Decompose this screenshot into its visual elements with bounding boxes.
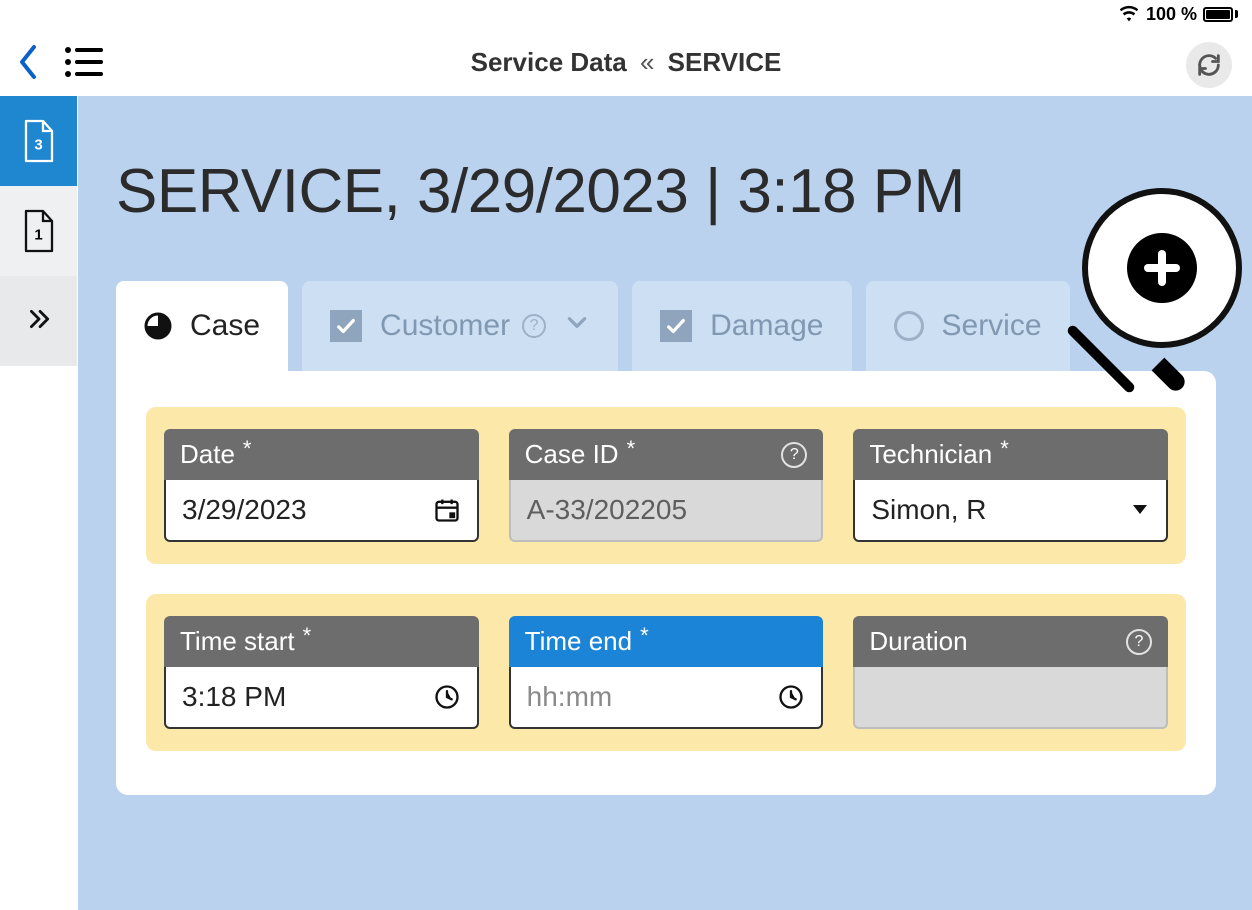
doc-badge: 1	[34, 226, 42, 243]
document-icon: 1	[22, 209, 56, 253]
page-title: SERVICE, 3/29/2023 | 3:18 PM	[116, 156, 1216, 227]
chevron-down-icon	[1130, 494, 1150, 526]
field-label: Technician*	[853, 429, 1168, 480]
help-icon: ?	[522, 314, 546, 338]
field-technician: Technician* Simon, R	[853, 429, 1168, 542]
tab-label: Case	[190, 309, 260, 343]
breadcrumb-part-2: SERVICE	[668, 47, 782, 77]
form-row-1: Date* 3/29/2023 Case ID* ?	[146, 407, 1186, 564]
field-duration: Duration ?	[853, 616, 1168, 729]
sidebar-doc-secondary[interactable]: 1	[0, 186, 77, 276]
chevron-down-icon	[564, 309, 590, 343]
battery-percent-text: 100 %	[1146, 4, 1197, 25]
zoom-in-overlay-icon	[1066, 188, 1242, 364]
form-panel: Date* 3/29/2023 Case ID* ?	[116, 371, 1216, 795]
technician-select[interactable]: Simon, R	[853, 480, 1168, 542]
tab-label: Customer	[380, 309, 510, 343]
tab-case[interactable]: Case	[116, 281, 288, 371]
checkbox-checked-icon	[660, 310, 692, 342]
field-time-end: Time end* hh:mm	[509, 616, 824, 729]
checkbox-checked-icon	[330, 310, 362, 342]
field-label: Duration ?	[853, 616, 1168, 667]
time-start-input[interactable]: 3:18 PM	[164, 667, 479, 729]
field-case-id: Case ID* ? A-33/202205	[509, 429, 824, 542]
time-end-input[interactable]: hh:mm	[509, 667, 824, 729]
field-label: Time end*	[509, 616, 824, 667]
app-bar: Service Data « SERVICE	[0, 28, 1252, 96]
clock-icon	[777, 683, 805, 711]
breadcrumb: Service Data « SERVICE	[471, 47, 782, 78]
back-button[interactable]	[16, 43, 40, 81]
doc-badge: 3	[34, 136, 42, 153]
tab-service[interactable]: Service	[866, 281, 1070, 371]
sidebar-expand-button[interactable]	[0, 276, 77, 366]
field-date: Date* 3/29/2023	[164, 429, 479, 542]
status-bar: 100 %	[0, 0, 1252, 28]
help-icon[interactable]: ?	[781, 442, 807, 468]
tab-label: Service	[942, 309, 1042, 343]
sidebar-doc-active[interactable]: 3	[0, 96, 77, 186]
field-label: Date*	[164, 429, 479, 480]
refresh-button[interactable]	[1186, 42, 1232, 88]
main-content: SERVICE, 3/29/2023 | 3:18 PM Case	[78, 96, 1252, 910]
radio-empty-icon	[894, 311, 924, 341]
form-row-2: Time start* 3:18 PM Time end* hh:mm	[146, 594, 1186, 751]
breadcrumb-separator: «	[640, 47, 654, 77]
tab-bar: Case Customer ? Damage Service	[116, 281, 1216, 371]
calendar-icon	[433, 496, 461, 524]
tab-customer[interactable]: Customer ?	[302, 281, 618, 371]
help-icon[interactable]: ?	[1126, 629, 1152, 655]
field-label: Time start*	[164, 616, 479, 667]
date-input[interactable]: 3/29/2023	[164, 480, 479, 542]
duration-display	[853, 667, 1168, 729]
progress-pie-icon	[144, 312, 172, 340]
clock-icon	[433, 683, 461, 711]
document-icon: 3	[22, 119, 56, 163]
field-time-start: Time start* 3:18 PM	[164, 616, 479, 729]
tab-label: Damage	[710, 309, 823, 343]
wifi-icon	[1118, 3, 1140, 25]
tab-damage[interactable]: Damage	[632, 281, 851, 371]
list-view-button[interactable]	[64, 45, 104, 79]
field-label: Case ID* ?	[509, 429, 824, 480]
breadcrumb-part-1: Service Data	[471, 47, 627, 77]
battery-icon	[1203, 7, 1238, 22]
sidebar: 3 1	[0, 96, 78, 910]
case-id-input: A-33/202205	[509, 480, 824, 542]
chevron-double-right-icon	[26, 306, 52, 337]
